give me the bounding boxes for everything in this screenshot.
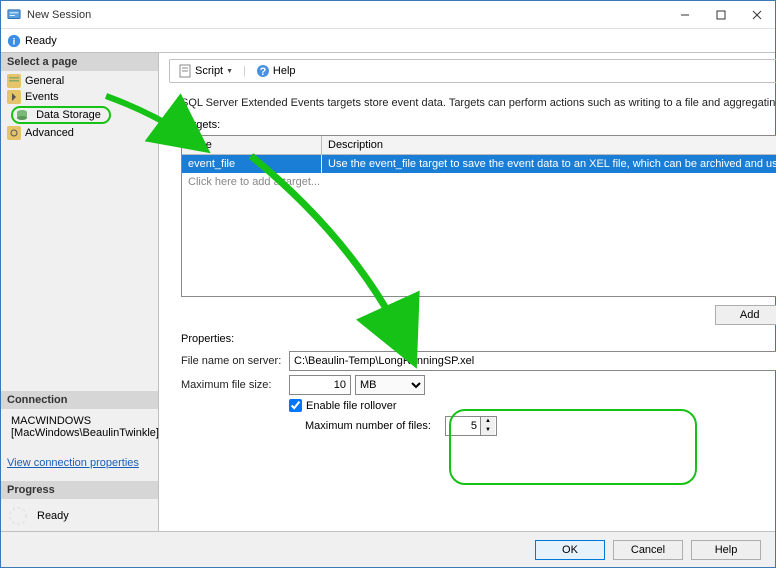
status-bar: i Ready [1,29,775,53]
dialog-footer: OK Cancel Help [1,531,775,567]
svg-text:?: ? [260,66,267,78]
sidebar: Select a page General Events Data Storag… [1,53,159,533]
progress-text: Ready [37,510,69,522]
targets-label: Targets: [181,119,776,131]
connection-info: MACWINDOWS [MacWindows\BeaulinTwinkle] [1,409,158,445]
sidebar-item-general[interactable]: General [1,73,158,89]
nav-label: General [25,75,64,87]
titlebar: New Session [1,1,775,29]
script-icon [178,64,192,78]
minimize-button[interactable] [667,1,703,29]
spin-down[interactable]: ▼ [481,426,495,435]
sidebar-item-advanced[interactable]: Advanced [1,125,158,141]
app-icon [7,8,21,22]
help-button-footer[interactable]: Help [691,540,761,560]
toolbar: Script ▼ | ? Help [169,59,776,83]
main-panel: Script ▼ | ? Help SQL Server Extended Ev… [159,53,776,533]
script-label: Script [195,65,223,77]
close-button[interactable] [739,1,775,29]
events-icon [7,90,21,104]
max-size-input[interactable] [289,375,351,395]
help-label: Help [273,65,296,77]
progress-header: Progress [1,481,158,499]
intro-text: SQL Server Extended Events targets store… [181,97,776,109]
max-size-label: Maximum file size: [181,379,289,391]
script-button[interactable]: Script ▼ [174,62,237,80]
col-type[interactable]: Type [182,136,322,154]
advanced-icon [7,126,21,140]
chevron-down-icon: ▼ [226,68,233,75]
help-button[interactable]: ? Help [252,62,300,80]
cell-description: Use the event_file target to save the ev… [322,155,776,173]
progress-icon [7,505,29,527]
maximize-button[interactable] [703,1,739,29]
targets-grid: Type Description event_file Use the even… [181,135,776,297]
nav-label: Events [25,91,59,103]
connection-header: Connection [1,391,158,409]
rollover-label: Enable file rollover [306,400,397,412]
window-title: New Session [27,9,667,21]
rollover-checkbox[interactable] [289,399,302,412]
add-button[interactable]: Add [715,305,776,325]
max-files-spinner[interactable]: ▲▼ [445,416,497,436]
max-files-input[interactable] [446,417,480,435]
info-icon: i [7,34,21,48]
col-description[interactable]: Description [322,136,776,154]
file-name-label: File name on server: [181,355,289,367]
properties-label: Properties: [181,333,776,345]
ok-button[interactable]: OK [535,540,605,560]
user-name: [MacWindows\BeaulinTwinkle] [11,427,159,439]
storage-icon [15,108,29,122]
select-page-header: Select a page [1,53,158,71]
sidebar-item-data-storage[interactable]: Data Storage [1,105,158,125]
server-name: MACWINDOWS [11,415,159,427]
file-name-input[interactable] [289,351,776,371]
size-unit-select[interactable]: MB [355,375,425,395]
svg-text:i: i [13,36,16,47]
general-icon [7,74,21,88]
nav-label: Data Storage [36,109,101,121]
spin-up[interactable]: ▲ [481,417,495,426]
ready-text: Ready [25,35,57,47]
max-files-label: Maximum number of files: [305,420,445,432]
add-target-hint[interactable]: Click here to add a target... [182,173,776,191]
table-row[interactable]: event_file Use the event_file target to … [182,155,776,173]
cell-type: event_file [182,155,322,173]
cancel-button[interactable]: Cancel [613,540,683,560]
nav-label: Advanced [25,127,74,139]
sidebar-item-events[interactable]: Events [1,89,158,105]
view-connection-link[interactable]: View connection properties [7,457,152,469]
help-icon: ? [256,64,270,78]
